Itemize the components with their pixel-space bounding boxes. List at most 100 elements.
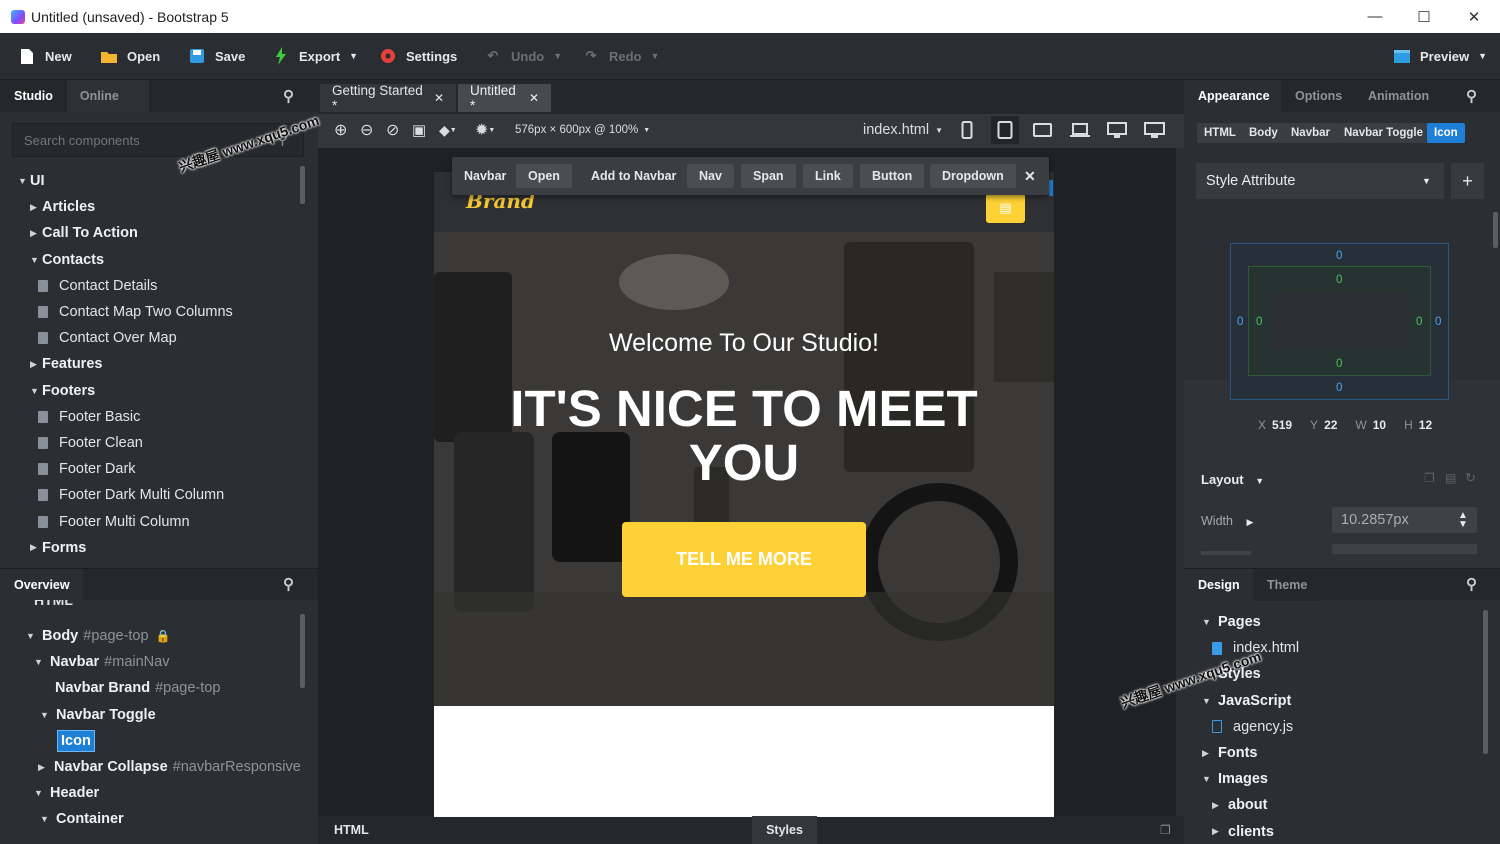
tree-item-contact-details[interactable]: Contact Details (38, 275, 157, 297)
chevron-right-icon[interactable]: ▶ (30, 228, 42, 239)
tree-item-footers[interactable]: ▼ Footers (30, 380, 95, 402)
design-item-images[interactable]: ▼ Images (1202, 768, 1268, 790)
close-icon[interactable]: ✕ (1020, 164, 1040, 188)
chevron-down-icon[interactable]: ▼ (40, 814, 52, 824)
element-toolbar-add-to-navbar[interactable]: Add to Navbar (579, 164, 688, 188)
chevron-right-icon[interactable]: ▶ (1202, 748, 1214, 759)
margin-right-value[interactable]: 0 (1435, 316, 1441, 328)
paste-icon[interactable]: ▤ (1445, 471, 1456, 485)
tree-item-footer-dark-multi-column[interactable]: Footer Dark Multi Column (38, 484, 224, 506)
close-button[interactable]: ✕ (1449, 0, 1499, 33)
tree-item-forms[interactable]: ▶ Forms (30, 537, 86, 559)
zoom-out-icon[interactable]: ⊖ (360, 120, 373, 140)
layers-icon[interactable]: ◆ ▼ (439, 120, 457, 140)
design-item-javascript[interactable]: ▼ JavaScript (1202, 690, 1291, 712)
design-item-pages[interactable]: ▼ Pages (1202, 611, 1261, 633)
padding-top-value[interactable]: 0 (1336, 274, 1342, 286)
redo-button[interactable]: ↷ Redo ▼ (582, 43, 660, 69)
chevron-down-icon[interactable]: ▼ (30, 255, 42, 265)
scrollbar[interactable] (300, 166, 305, 204)
tab-animation[interactable]: Animation (1354, 80, 1444, 112)
breadcrumb-body[interactable]: Body (1242, 123, 1285, 143)
margin-top-value[interactable]: 0 (1336, 250, 1342, 262)
element-toolbar-navbar[interactable]: Navbar (452, 164, 518, 188)
undo-button[interactable]: ↶ Undo ▼ (484, 43, 563, 69)
navbar-toggle[interactable]: ▤ (986, 193, 1025, 223)
tree-item-footer-multi-column[interactable]: Footer Multi Column (38, 511, 190, 533)
settings-button[interactable]: Settings (379, 43, 457, 69)
chevron-right-icon[interactable]: ▶ (1212, 826, 1224, 837)
preview-button[interactable]: Preview ▼ (1393, 43, 1487, 69)
padding-left-value[interactable]: 0 (1256, 316, 1262, 328)
design-item-about[interactable]: ▶ about (1212, 794, 1267, 816)
element-toolbar-dropdown[interactable]: Dropdown (930, 164, 1016, 188)
chevron-down-icon[interactable]: ▼ (26, 631, 38, 641)
file-select[interactable]: index.html ▼ (863, 120, 943, 140)
tree-item-footer-basic[interactable]: Footer Basic (38, 406, 140, 428)
search-icon[interactable]: ⚲ (283, 87, 294, 105)
laptop-icon[interactable] (1070, 120, 1090, 140)
search-icon[interactable]: ⚲ (1466, 87, 1477, 105)
margin-bottom-value[interactable]: 0 (1336, 382, 1342, 394)
tablet-landscape-icon[interactable] (1033, 120, 1052, 140)
tab-design[interactable]: Design (1184, 568, 1253, 601)
tab-options[interactable]: Options (1281, 80, 1354, 112)
search-icon[interactable]: ⚲ (1466, 575, 1477, 593)
brightness-icon[interactable]: ✹ ▼ (475, 120, 495, 140)
tab-styles[interactable]: Styles (752, 816, 817, 844)
overview-row-header[interactable]: ▼ Header (34, 782, 99, 804)
width-label-row[interactable]: Width ▶ (1201, 514, 1253, 528)
editor-scrollbar[interactable] (1176, 148, 1184, 816)
tree-item-articles[interactable]: ▶ Articles (30, 196, 95, 218)
tree-item-footer-clean[interactable]: Footer Clean (38, 432, 143, 454)
breadcrumb-navbar[interactable]: Navbar (1284, 123, 1337, 143)
chevron-down-icon[interactable]: ▼ (34, 788, 46, 798)
tab-appearance[interactable]: Appearance (1184, 80, 1281, 112)
lock-icon[interactable]: 🔒 (156, 629, 171, 643)
element-toolbar-button[interactable]: Button (860, 164, 925, 188)
chevron-right-icon[interactable]: ▶ (1212, 800, 1224, 811)
stepper-icon[interactable]: ▲ ▼ (1458, 511, 1468, 530)
style-target-select[interactable]: Style Attribute ▼ (1196, 163, 1444, 199)
layout-header[interactable]: Layout ▼ (1201, 472, 1264, 487)
export-button[interactable]: Export ▼ (272, 43, 358, 69)
reset-icon[interactable]: ↻ (1465, 470, 1476, 486)
tab-untitled[interactable]: Untitled * ✕ (458, 83, 551, 113)
expand-icon[interactable]: ❐ (1160, 823, 1171, 837)
search-icon[interactable]: ⚲ (283, 575, 294, 593)
width-input[interactable]: 10.2857px ▲ ▼ (1332, 507, 1477, 533)
overview-row-container[interactable]: ▼ Container (40, 808, 124, 830)
cta-button[interactable]: TELL ME MORE (622, 522, 866, 597)
chevron-right-icon[interactable]: ▶ (30, 542, 42, 553)
chevron-down-icon[interactable]: ▼ (34, 657, 46, 667)
overview-row-body[interactable]: ▼ Body #page-top 🔒 (26, 625, 171, 647)
chevron-down-icon[interactable]: ▼ (1202, 617, 1214, 627)
scrollbar[interactable] (1483, 610, 1488, 754)
element-toolbar-span[interactable]: Span (741, 164, 796, 188)
close-icon[interactable]: ✕ (529, 91, 539, 105)
overview-row-icon[interactable]: Icon (57, 729, 95, 752)
chevron-down-icon[interactable]: ▼ (40, 710, 52, 720)
wide-desktop-icon[interactable] (1144, 120, 1165, 140)
margin-left-value[interactable]: 0 (1237, 316, 1243, 328)
close-icon[interactable]: ✕ (434, 91, 444, 105)
element-toolbar-open[interactable]: Open (516, 164, 572, 188)
overview-title[interactable]: Overview (0, 568, 83, 601)
tree-item-call-to-action[interactable]: ▶ Call To Action (30, 222, 138, 244)
design-item-clients[interactable]: ▶ clients (1212, 821, 1274, 843)
tree-item-contact-over-map[interactable]: Contact Over Map (38, 327, 177, 349)
phone-icon[interactable] (961, 120, 973, 140)
height-input[interactable] (1332, 544, 1477, 554)
save-button[interactable]: Save (188, 43, 245, 69)
scrollbar[interactable] (1493, 212, 1498, 248)
element-toolbar-nav[interactable]: Nav (687, 164, 734, 188)
tree-item-contact-map-two-columns[interactable]: Contact Map Two Columns (38, 301, 233, 323)
page-preview[interactable]: Brand ▤ Welcome To Our Studio! IT'S NICE… (434, 172, 1054, 817)
desktop-icon[interactable] (1107, 120, 1127, 140)
chevron-right-icon[interactable]: ▶ (30, 202, 42, 213)
chevron-down-icon[interactable]: ▼ (18, 176, 30, 186)
breadcrumb-html[interactable]: HTML (1197, 123, 1243, 143)
breadcrumb-navbar-toggle[interactable]: Navbar Toggle (1337, 123, 1431, 143)
tree-item-footer-dark[interactable]: Footer Dark (38, 458, 136, 480)
tree-item-features[interactable]: ▶ Features (30, 353, 102, 375)
